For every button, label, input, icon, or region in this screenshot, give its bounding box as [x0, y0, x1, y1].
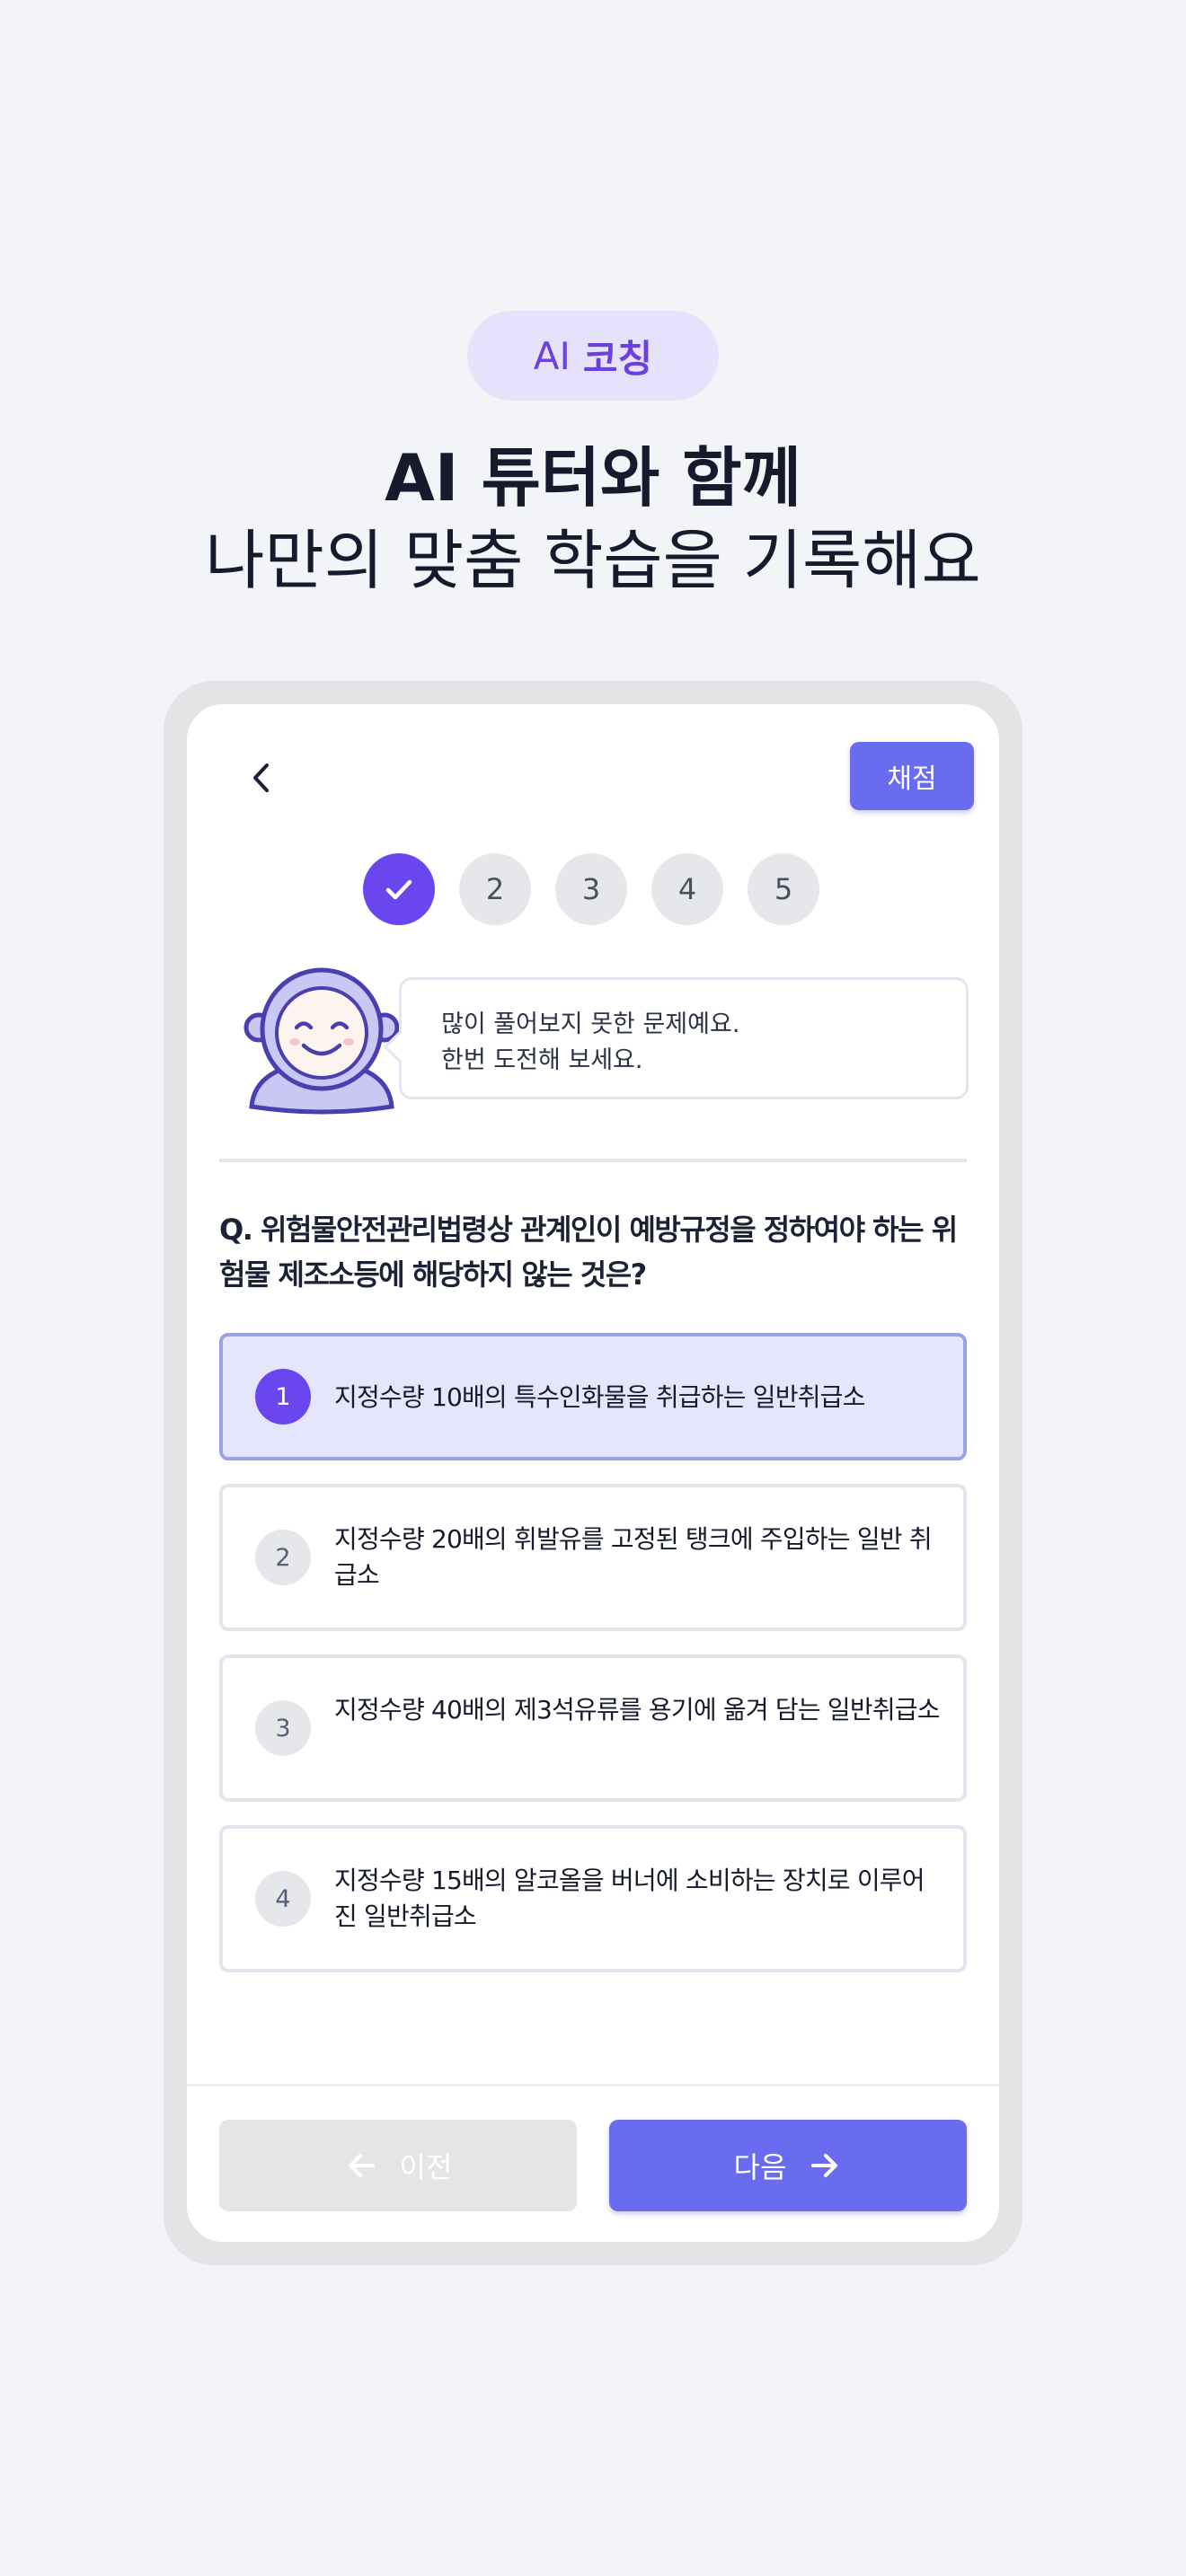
next-label: 다음 — [733, 2150, 787, 2184]
prev-label: 이전 — [399, 2150, 453, 2184]
answer-option-4[interactable]: 4 지정수량 15배의 알코올을 버너에 소비하는 장치로 이루어진 일반취급소 — [219, 1825, 967, 1972]
phone-frame: 채점 2 3 4 5 많이 풀어보지 못한 문제예요. 한번 도전해 보세요. … — [164, 681, 1022, 2265]
step-2[interactable]: 2 — [459, 853, 531, 925]
prev-button[interactable]: 이전 — [219, 2120, 577, 2211]
check-icon — [385, 879, 412, 900]
next-button[interactable]: 다음 — [609, 2120, 967, 2211]
grade-button[interactable]: 채점 — [850, 742, 974, 810]
badge-prefix: AI — [533, 333, 571, 378]
badge-label: 코칭 — [582, 336, 653, 381]
tutor-message: 많이 풀어보지 못한 문제예요. 한번 도전해 보세요. — [441, 1010, 740, 1074]
phone-screen: 채점 2 3 4 5 많이 풀어보지 못한 문제예요. 한번 도전해 보세요. … — [187, 704, 999, 2242]
step-1[interactable] — [363, 853, 435, 925]
tutor-speech-bubble: 많이 풀어보지 못한 문제예요. 한번 도전해 보세요. — [383, 977, 969, 1099]
step-3[interactable]: 3 — [555, 853, 627, 925]
option-number: 3 — [255, 1700, 311, 1756]
option-number: 2 — [255, 1530, 311, 1585]
answer-option-1[interactable]: 1 지정수량 10배의 특수인화물을 취급하는 일반취급소 — [219, 1333, 967, 1460]
answer-option-2[interactable]: 2 지정수량 20배의 휘발유를 고정된 탱크에 주입하는 일반 취급소 — [219, 1484, 967, 1631]
step-5[interactable]: 5 — [748, 853, 819, 925]
back-button[interactable] — [234, 749, 291, 807]
option-text: 지정수량 40배의 제3석유류를 용기에 옮겨 담는 일반취급소 — [334, 1695, 941, 1725]
footer-divider — [187, 2084, 999, 2086]
option-number: 1 — [255, 1369, 311, 1425]
page-headline: AI 튜터와 함께 — [385, 440, 801, 516]
divider — [219, 1159, 967, 1162]
ai-coaching-badge: AI 코칭 — [467, 311, 719, 401]
option-text: 지정수량 15배의 알코올을 버너에 소비하는 장치로 이루어진 일반취급소 — [334, 1866, 925, 1931]
chevron-left-icon — [253, 763, 269, 792]
step-4[interactable]: 4 — [651, 853, 723, 925]
arrow-right-icon — [806, 2148, 842, 2183]
option-text: 지정수량 10배의 특수인화물을 취급하는 일반취급소 — [334, 1382, 865, 1412]
page-subheadline: 나만의 맞춤 학습을 기록해요 — [205, 523, 981, 598]
option-number: 4 — [255, 1871, 311, 1927]
question-text: Q. 위험물안전관리법령상 관계인이 예방규정을 정하여야 하는 위험물 제조소… — [219, 1213, 958, 1292]
tutor-avatar — [243, 967, 400, 1115]
arrow-left-icon — [344, 2148, 380, 2183]
option-text: 지정수량 20배의 휘발유를 고정된 탱크에 주입하는 일반 취급소 — [334, 1524, 933, 1590]
answer-option-3[interactable]: 3 지정수량 40배의 제3석유류를 용기에 옮겨 담는 일반취급소 — [219, 1654, 967, 1802]
question-stepper: 2 3 4 5 — [363, 853, 844, 925]
